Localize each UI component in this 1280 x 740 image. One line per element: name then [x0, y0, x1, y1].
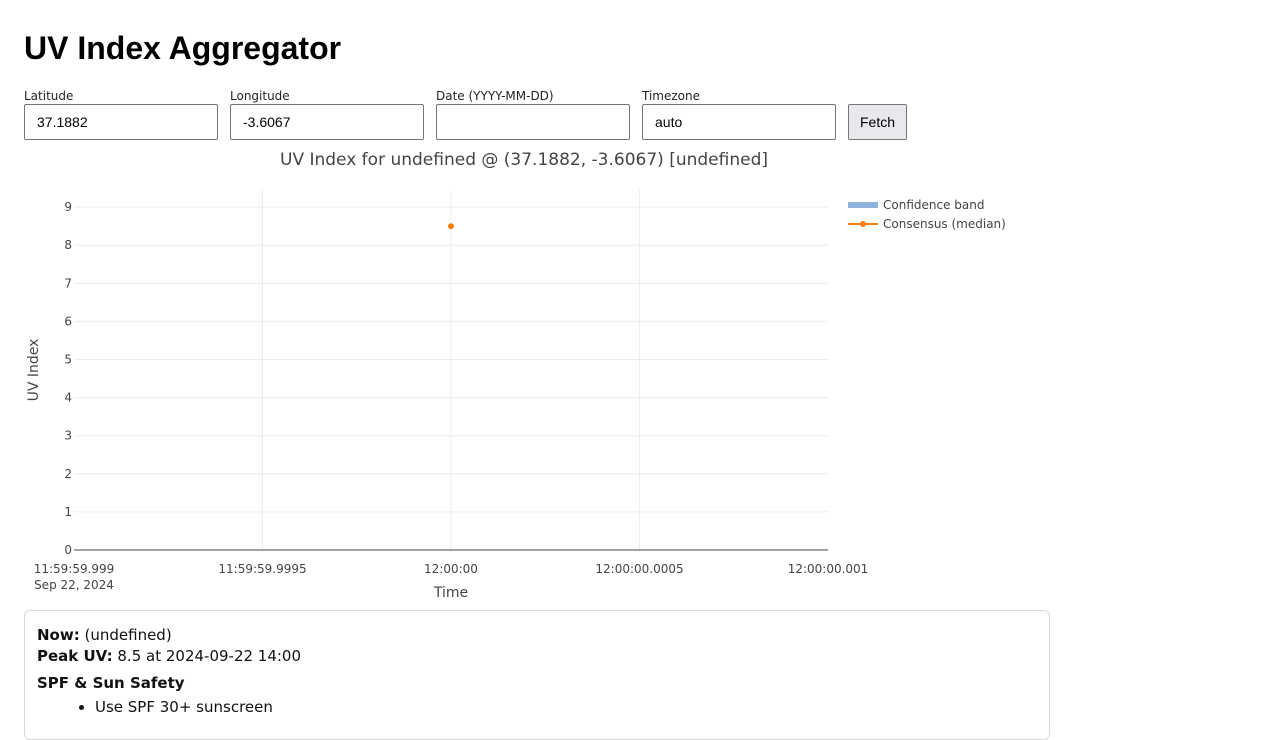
latitude-label: Latitude: [24, 89, 74, 103]
y-tick-label: 9: [64, 200, 72, 214]
peak-row: Peak UV: 8.5 at 2024-09-22 14:00: [37, 646, 1037, 667]
now-label: Now:: [37, 626, 80, 644]
chart-marks: [448, 223, 454, 230]
x-tick-date-label: Sep 22, 2024: [34, 578, 114, 592]
x-tick-label: 11:59:59.999: [34, 562, 115, 576]
x-tick-label: 12:00:00.001: [788, 562, 869, 576]
legend-label-confidence-band: Confidence band: [883, 198, 984, 212]
y-tick-label: 0: [64, 543, 72, 557]
uv-chart[interactable]: UV Index for undefined @ (37.1882, -3.60…: [0, 140, 1060, 606]
now-value: (undefined): [84, 626, 172, 644]
y-axis-title: UV Index: [26, 339, 42, 402]
date-input[interactable]: [436, 104, 630, 140]
legend-label-median: Consensus (median): [883, 217, 1006, 231]
x-tick-label: 11:59:59.9995: [218, 562, 306, 576]
safety-heading: SPF & Sun Safety: [37, 674, 185, 692]
x-tick-label: 12:00:00.0005: [595, 562, 683, 576]
now-row: Now: (undefined): [37, 625, 1037, 646]
peak-label: Peak UV:: [37, 647, 113, 665]
peak-value: 8.5 at 2024-09-22 14:00: [117, 647, 302, 665]
chart-legend[interactable]: Confidence band Consensus (median): [848, 198, 1006, 231]
longitude-label: Longitude: [230, 89, 290, 103]
page-title: UV Index Aggregator: [24, 30, 342, 66]
y-tick-label: 4: [64, 391, 72, 405]
timezone-label: Timezone: [642, 89, 700, 103]
timezone-field-group: Timezone: [642, 89, 836, 140]
median-point[interactable]: [448, 223, 454, 230]
latitude-input[interactable]: [24, 104, 218, 140]
date-label: Date (YYYY-MM-DD): [436, 89, 554, 103]
x-tick-label: 12:00:00: [424, 562, 478, 576]
chart-grid: [74, 190, 828, 550]
chart-title: UV Index for undefined @ (37.1882, -3.60…: [280, 150, 768, 170]
longitude-field-group: Longitude: [230, 89, 424, 140]
legend-swatch-confidence-band: [848, 202, 878, 208]
date-field-group: Date (YYYY-MM-DD): [436, 89, 630, 140]
timezone-input[interactable]: [642, 104, 836, 140]
safety-tip: Use SPF 30+ sunscreen: [95, 697, 1037, 717]
y-tick-label: 7: [64, 276, 72, 290]
y-tick-label: 3: [64, 429, 72, 443]
longitude-input[interactable]: [230, 104, 424, 140]
y-tick-label: 2: [64, 467, 72, 481]
x-axis-title: Time: [433, 585, 468, 601]
y-tick-label: 1: [64, 505, 72, 519]
y-tick-label: 5: [64, 353, 72, 367]
safety-tips-list: Use SPF 30+ sunscreen: [37, 697, 1037, 717]
fetch-button[interactable]: Fetch: [848, 104, 907, 140]
y-tick-label: 6: [64, 314, 72, 328]
legend-swatch-median-marker: [860, 221, 866, 227]
y-tick-label: 8: [64, 238, 72, 252]
latitude-field-group: Latitude: [24, 89, 218, 140]
uv-summary-panel: Now: (undefined) Peak UV: 8.5 at 2024-09…: [24, 610, 1050, 740]
